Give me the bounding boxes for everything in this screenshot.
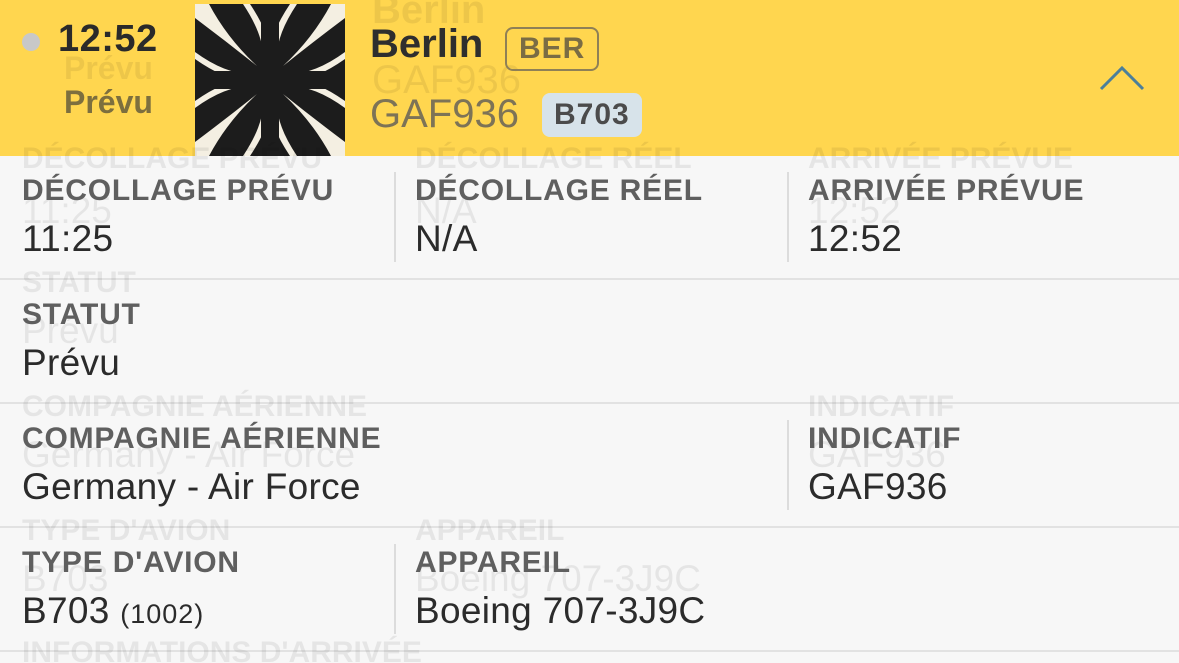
airline-row: COMPAGNIE AÉRIENNE INDICATIF Germany - A… (0, 390, 1179, 528)
flight-number: GAF936 (370, 92, 519, 136)
status-dot-icon (22, 33, 40, 51)
chevron-up-icon[interactable] (1098, 62, 1146, 92)
aircraft-type-text: B703 (22, 590, 110, 631)
column-divider (787, 172, 789, 262)
column-divider (394, 172, 396, 262)
airline-label: COMPAGNIE AÉRIENNE (22, 422, 382, 455)
callsign-label: INDICATIF (808, 422, 962, 455)
scheduled-arrival-label: ARRIVÉE PRÉVUE (808, 174, 1085, 207)
callsign-value: GAF936 (808, 466, 948, 507)
actual-departure-value: N/A (415, 218, 478, 259)
aircraft-type-value: B703 (1002) (22, 590, 204, 632)
aircraft-label: APPAREIL (415, 546, 571, 579)
arrival-time: 12:52 (58, 18, 158, 60)
flight-status: Prévu (64, 84, 153, 120)
balkenkreuz-logo-icon (195, 4, 345, 156)
aircraft-value: Boeing 707-3J9C (415, 590, 706, 631)
status-value: Prévu (22, 342, 121, 383)
status-label: STATUT (22, 298, 141, 331)
column-divider (787, 420, 789, 510)
aircraft-row: TYPE D'AVION APPAREIL B703 Boeing 707-3J… (0, 514, 1179, 652)
column-divider (394, 544, 396, 634)
destination-city: Berlin (370, 22, 484, 66)
scheduled-arrival-value: 12:52 (808, 218, 903, 259)
aircraft-code-badge: B703 (542, 93, 642, 137)
actual-departure-label: DÉCOLLAGE RÉEL (415, 174, 703, 207)
scheduled-departure-label: DÉCOLLAGE PRÉVU (22, 174, 335, 207)
status-row: STATUT Prévu STATUT Prévu (0, 266, 1179, 404)
scheduled-departure-value: 11:25 (22, 218, 114, 259)
aircraft-type-label: TYPE D'AVION (22, 546, 240, 579)
times-row: DÉCOLLAGE PRÉVU DÉCOLLAGE RÉEL ARRIVÉE P… (0, 142, 1179, 280)
aircraft-type-code: (1002) (120, 599, 205, 629)
flight-header[interactable]: Berlin Prévu GAF936 12:52 Prévu Berlin B… (0, 0, 1179, 156)
airline-value: Germany - Air Force (22, 466, 361, 507)
destination-airport-code: BER (505, 27, 600, 71)
